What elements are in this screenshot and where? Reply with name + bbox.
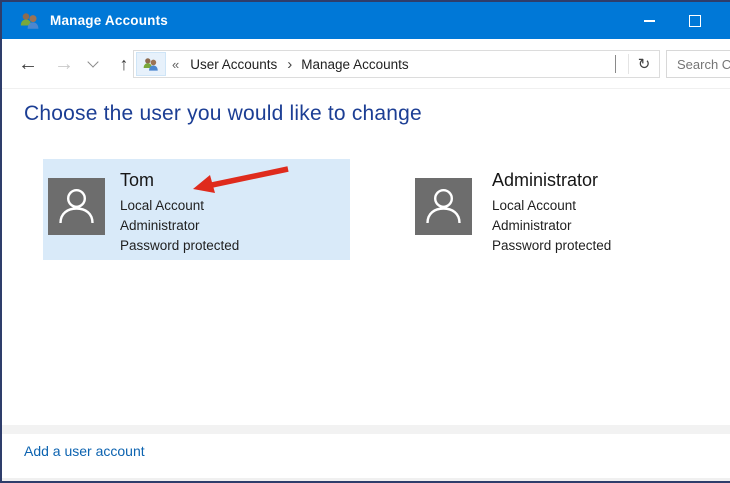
forward-button[interactable]: → [50, 39, 78, 89]
minimize-icon [644, 20, 655, 22]
account-type: Local Account [120, 196, 239, 216]
location-icon-button[interactable] [136, 52, 166, 76]
refresh-button[interactable]: ↻ [629, 55, 659, 73]
window-title: Manage Accounts [50, 13, 168, 28]
minimize-button[interactable] [626, 2, 672, 39]
user-silhouette-icon [48, 178, 105, 235]
refresh-icon: ↻ [638, 56, 651, 73]
maximize-button[interactable] [672, 2, 718, 39]
breadcrumb-item-manage-accounts[interactable]: Manage Accounts [301, 57, 408, 72]
user-info: Administrator Local Account Administrato… [492, 167, 611, 256]
forward-icon: → [54, 53, 74, 76]
recent-locations-button[interactable] [84, 39, 102, 89]
add-user-account-link[interactable]: Add a user account [24, 443, 145, 459]
user-details: Local Account Administrator Password pro… [492, 196, 611, 256]
back-button[interactable]: ← [14, 39, 42, 89]
breadcrumb-overflow-icon[interactable]: « [172, 57, 179, 72]
back-icon: ← [18, 53, 38, 76]
password-status: Password protected [120, 236, 239, 256]
breadcrumb-separator-icon: › [287, 56, 292, 73]
address-dropdown-button[interactable] [615, 55, 616, 73]
search-box [666, 50, 730, 78]
up-icon: ↑ [120, 54, 129, 75]
avatar [48, 178, 105, 235]
user-name: Tom [120, 167, 239, 193]
user-tile-administrator[interactable]: Administrator Local Account Administrato… [408, 159, 715, 260]
navigation-bar: ← → ↑ « User Accounts › Manage Accounts … [2, 39, 730, 89]
user-accounts-app-icon [20, 12, 40, 29]
search-input[interactable] [667, 51, 730, 77]
manage-accounts-window: Manage Accounts ← → ↑ « User Accounts › [0, 0, 730, 483]
user-details: Local Account Administrator Password pro… [120, 196, 239, 256]
chevron-down-icon [87, 56, 98, 67]
content-footer-divider [2, 425, 730, 434]
titlebar: Manage Accounts [2, 2, 730, 39]
account-role: Administrator [492, 216, 611, 236]
user-name: Administrator [492, 167, 611, 193]
user-silhouette-icon [415, 178, 472, 235]
password-status: Password protected [492, 236, 611, 256]
user-tile-tom[interactable]: Tom Local Account Administrator Password… [43, 159, 350, 260]
user-info: Tom Local Account Administrator Password… [120, 167, 239, 256]
maximize-icon [689, 15, 701, 27]
account-role: Administrator [120, 216, 239, 236]
address-bar[interactable]: « User Accounts › Manage Accounts ↻ [133, 50, 660, 78]
avatar [415, 178, 472, 235]
user-accounts-icon [143, 57, 159, 71]
chevron-down-icon [615, 55, 616, 73]
page-title: Choose the user you would like to change [24, 102, 422, 126]
breadcrumb-item-user-accounts[interactable]: User Accounts [190, 57, 277, 72]
window-bottom-strip [2, 478, 730, 481]
account-type: Local Account [492, 196, 611, 216]
